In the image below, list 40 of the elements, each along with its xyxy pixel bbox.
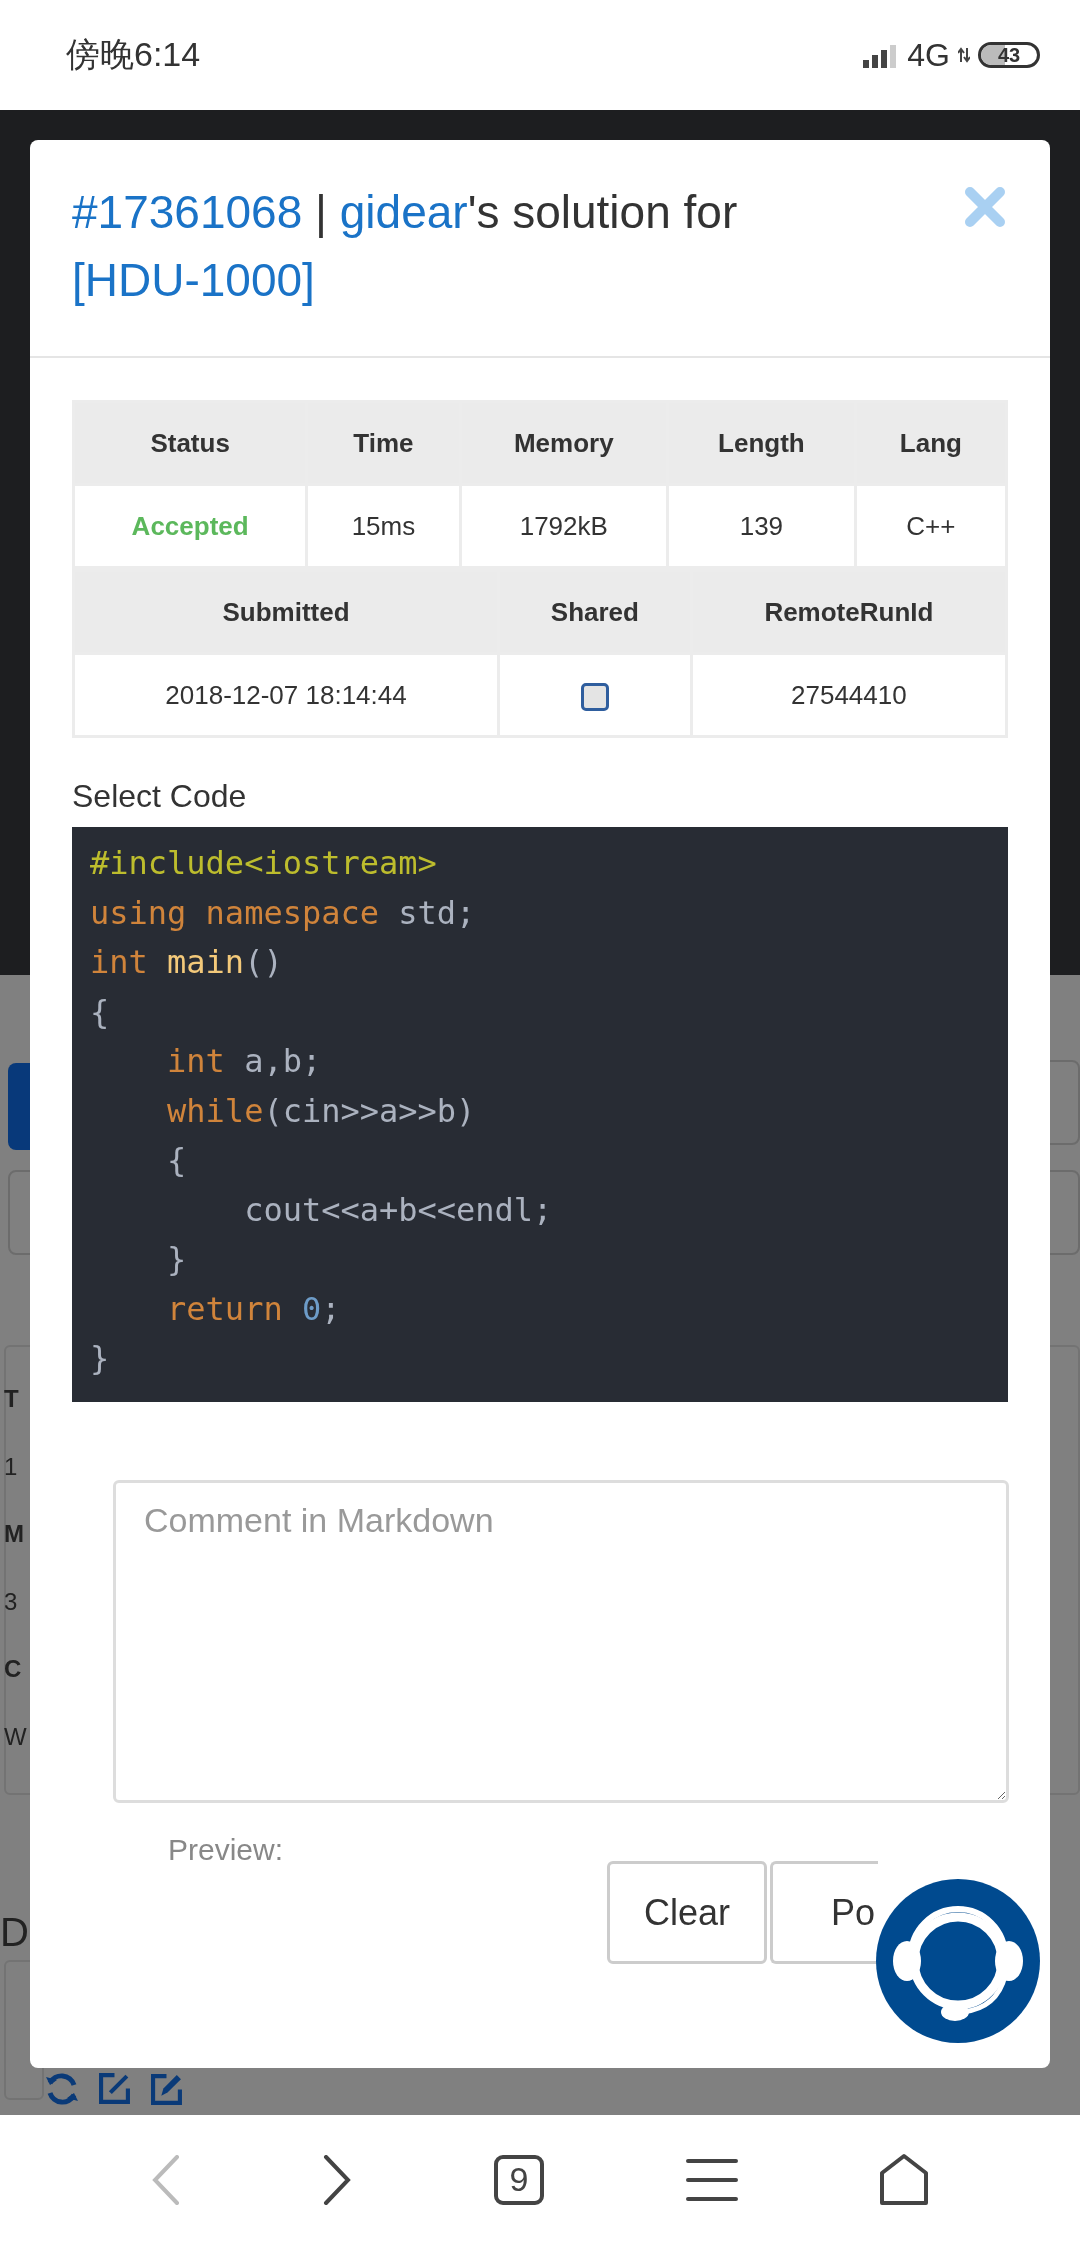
forward-icon[interactable] — [322, 2154, 353, 2205]
page-heading: D — [0, 1910, 29, 1955]
column-header: Length — [667, 401, 856, 485]
column-header: Status — [73, 401, 307, 485]
dialog-title: #17361068 | gidear's solution for [HDU-1000] — [72, 185, 739, 308]
title-link[interactable]: gidear — [339, 186, 468, 238]
refresh-icon — [45, 2073, 79, 2107]
column-header: Memory — [460, 401, 668, 485]
column-header: RemoteRunId — [691, 570, 1007, 654]
support-headset-icon[interactable] — [875, 1878, 1041, 2044]
column-header: Lang — [855, 401, 1007, 485]
status-time: 傍晚6:14 — [66, 34, 202, 75]
code-block: #include<iostream> using namespace std; int main() { int a,b; while(cin>>a>>b) { cout<<a+b<<endl; } return 0; } — [72, 827, 1008, 1402]
shared-checkbox[interactable] — [580, 682, 609, 711]
page-text: M — [4, 1520, 24, 1548]
edit-icon — [99, 2073, 131, 2105]
menu-icon[interactable] — [685, 2157, 738, 2202]
home-icon[interactable] — [879, 2152, 930, 2207]
page-text: T — [4, 1385, 19, 1413]
page-text: C — [4, 1655, 22, 1683]
action-button[interactable]: Po — [770, 1861, 878, 1964]
action-button[interactable]: Clear — [607, 1861, 767, 1964]
tabs-button[interactable]: 9 — [494, 2154, 544, 2205]
title-link[interactable]: [HDU-1000] — [72, 254, 315, 306]
table-cell: 27544410 — [691, 653, 1007, 737]
title-link[interactable]: #17361068 — [72, 186, 303, 238]
column-header: Time — [306, 401, 461, 485]
column-header: Shared — [498, 570, 692, 654]
code-label: Select Code — [72, 778, 248, 815]
page-text: 1 — [4, 1453, 18, 1481]
table-cell: 2018-12-07 18:14:44 — [73, 653, 499, 737]
page-text: 3 — [4, 1588, 18, 1616]
battery-indicator: 43 — [978, 42, 1040, 68]
data-arrows-icon — [958, 46, 970, 64]
edit-icon — [151, 2073, 183, 2105]
comment-field[interactable]: Comment in Markdown — [113, 1480, 1009, 1803]
column-header: Submitted — [73, 570, 499, 654]
network-type: 4G — [907, 36, 950, 74]
preview-label: Preview: — [168, 1833, 285, 1867]
page-text: W — [4, 1723, 27, 1751]
